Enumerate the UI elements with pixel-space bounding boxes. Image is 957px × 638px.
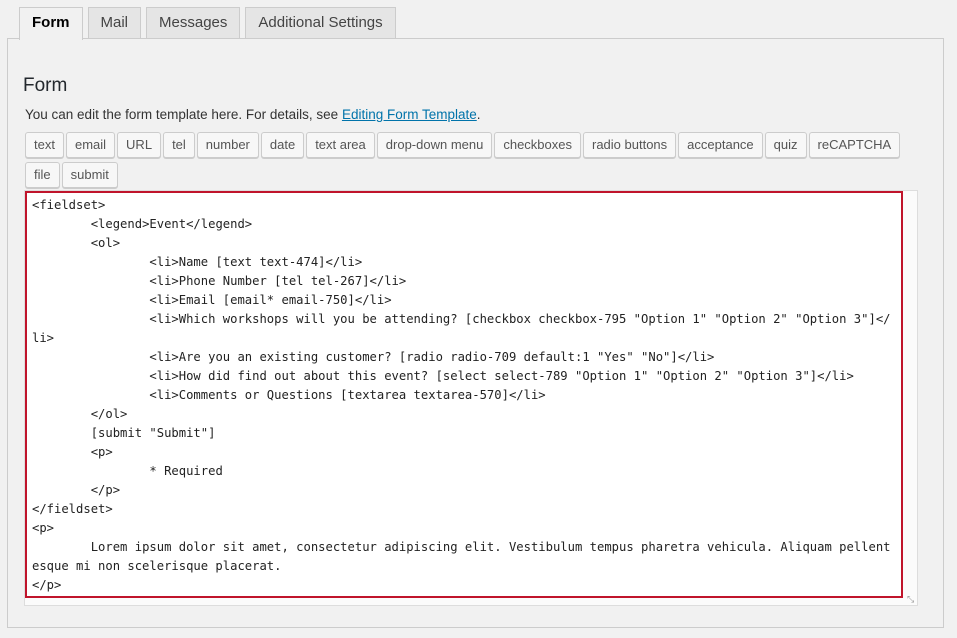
tag-generator-buttons: text email URL tel number date text area drop-d… [25, 132, 925, 192]
panel-title: Form [23, 75, 68, 96]
tag-button-recaptcha[interactable]: reCAPTCHA [808, 132, 901, 158]
tab-messages[interactable]: Messages [146, 7, 241, 39]
description-suffix: . [476, 107, 481, 122]
form-template-editor[interactable]: <fieldset> <legend>Event</legend> <ol> <… [25, 191, 903, 598]
tag-button-dropdown-menu[interactable]: drop-down menu [376, 132, 493, 158]
tab-bar: Form Mail Messages Additional Settings [19, 7, 401, 40]
tag-button-tel[interactable]: tel [163, 132, 195, 158]
tag-button-submit[interactable]: submit [61, 162, 118, 188]
form-panel: Form You can edit the form template here… [7, 38, 944, 628]
tag-button-acceptance[interactable]: acceptance [678, 132, 763, 158]
editing-form-template-link[interactable]: Editing Form Template [342, 107, 477, 122]
form-template-editor-wrapper: <fieldset> <legend>Event</legend> <ol> <… [24, 190, 918, 606]
tag-button-text[interactable]: text [25, 132, 64, 158]
tag-button-email[interactable]: email [65, 132, 116, 158]
panel-description: You can edit the form template here. For… [25, 107, 481, 122]
description-text: You can edit the form template here. For… [25, 107, 342, 122]
tag-button-quiz[interactable]: quiz [764, 132, 807, 158]
tag-button-file[interactable]: file [25, 162, 60, 188]
tag-button-number[interactable]: number [196, 132, 259, 158]
tag-button-url[interactable]: URL [117, 132, 162, 158]
tag-button-checkboxes[interactable]: checkboxes [494, 132, 581, 158]
tag-button-date[interactable]: date [260, 132, 305, 158]
tab-additional-settings[interactable]: Additional Settings [245, 7, 396, 39]
resize-grip-icon[interactable]: ⤡ [907, 595, 915, 604]
tag-button-radio-buttons[interactable]: radio buttons [583, 132, 677, 158]
tab-form[interactable]: Form [19, 7, 83, 40]
tab-mail[interactable]: Mail [87, 7, 142, 39]
tag-button-textarea[interactable]: text area [306, 132, 375, 158]
